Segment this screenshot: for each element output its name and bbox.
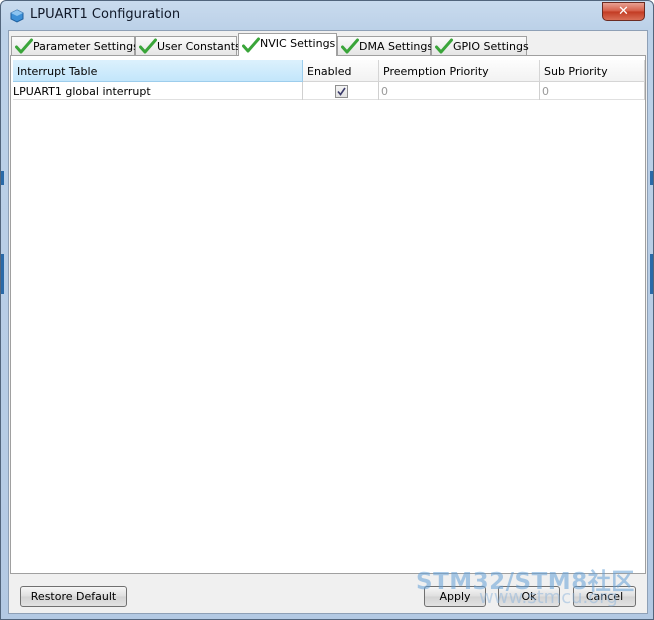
interrupt-name-cell: LPUART1 global interrupt xyxy=(13,82,303,100)
green-check-icon xyxy=(139,38,157,54)
right-edge-marker xyxy=(650,254,653,294)
green-check-icon xyxy=(242,37,260,53)
tab-label: GPIO Settings xyxy=(453,40,529,53)
enabled-cell xyxy=(303,82,379,100)
table-header: Interrupt Table Enabled Preemption Prior… xyxy=(13,60,645,82)
green-check-icon xyxy=(341,38,359,54)
tab-parameter-settings[interactable]: Parameter Settings xyxy=(11,36,139,56)
column-header-sub-priority[interactable]: Sub Priority xyxy=(540,60,645,82)
window-title: LPUART1 Configuration xyxy=(30,7,181,22)
checkmark-icon xyxy=(337,87,346,96)
sub-priority-cell[interactable]: 0 xyxy=(540,82,645,100)
close-button[interactable]: ✕ xyxy=(602,2,645,21)
enabled-checkbox[interactable] xyxy=(335,85,348,98)
tab-gpio-settings[interactable]: GPIO Settings xyxy=(431,36,529,56)
column-header-interrupt-table[interactable]: Interrupt Table xyxy=(13,60,303,82)
app-cube-icon xyxy=(10,9,24,23)
right-edge-marker xyxy=(650,171,653,185)
tab-user-constants[interactable]: User Constants xyxy=(135,36,241,56)
configuration-dialog: LPUART1 Configuration ✕ Parameter Settin… xyxy=(0,0,654,620)
title-bar[interactable]: LPUART1 Configuration ✕ xyxy=(1,1,653,29)
left-edge-marker xyxy=(1,171,4,185)
tab-label: DMA Settings xyxy=(359,40,434,53)
column-header-enabled[interactable]: Enabled xyxy=(303,60,379,82)
watermark-url: www.stmcu.org xyxy=(479,587,618,608)
column-header-preemption-priority[interactable]: Preemption Priority xyxy=(379,60,540,82)
table-row[interactable]: LPUART1 global interrupt 0 0 xyxy=(13,82,645,100)
restore-default-button[interactable]: Restore Default xyxy=(20,586,127,607)
nvic-settings-panel: Interrupt Table Enabled Preemption Prior… xyxy=(10,55,646,574)
tab-nvic-settings[interactable]: NVIC Settings xyxy=(238,33,337,56)
preemption-priority-cell[interactable]: 0 xyxy=(379,82,540,100)
tab-label: User Constants xyxy=(157,40,241,53)
tab-label: NVIC Settings xyxy=(260,37,336,50)
tab-dma-settings[interactable]: DMA Settings xyxy=(337,36,434,56)
green-check-icon xyxy=(15,38,33,54)
tab-label: Parameter Settings xyxy=(33,40,139,53)
close-icon: ✕ xyxy=(618,4,629,19)
dialog-body: Parameter Settings User Constants NVIC S… xyxy=(8,30,648,614)
left-edge-marker xyxy=(1,254,4,294)
green-check-icon xyxy=(435,38,453,54)
